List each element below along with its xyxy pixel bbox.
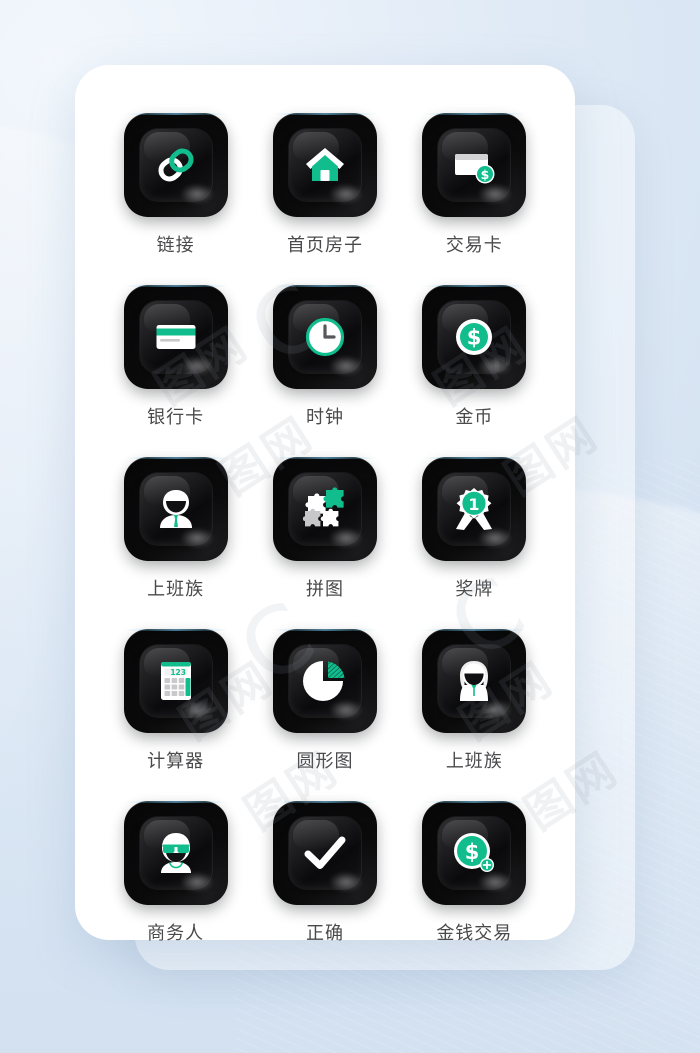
icon-tile[interactable]: $ bbox=[422, 113, 527, 217]
icon-label: 正确 bbox=[305, 923, 344, 944]
puzzle-pieces-icon bbox=[302, 487, 347, 531]
icon-cell-money-trade[interactable]: $ 金钱交易 bbox=[400, 801, 549, 945]
office-worker-female-icon bbox=[452, 659, 496, 703]
icon-cell-worker-fem[interactable]: 上班族 bbox=[400, 629, 549, 773]
icon-tile-inner bbox=[288, 129, 361, 201]
icon-tile[interactable]: 123 bbox=[123, 629, 228, 733]
icon-label: 奖牌 bbox=[455, 579, 494, 600]
icon-label: 圆形图 bbox=[296, 751, 354, 772]
icon-grid: 链接 首页房子 $ 交易卡 银行卡 时钟 $ 金币 上班族 拼图 1 奖牌 12… bbox=[75, 113, 575, 945]
icon-tile[interactable] bbox=[123, 801, 228, 905]
icon-cell-correct[interactable]: 正确 bbox=[250, 801, 399, 945]
svg-text:1: 1 bbox=[469, 495, 480, 514]
calculator-icon: 123 bbox=[154, 659, 198, 703]
icon-tile-inner: 123 bbox=[139, 645, 212, 717]
icon-tile[interactable] bbox=[123, 457, 228, 561]
bank-card-icon bbox=[154, 315, 198, 359]
svg-text:123: 123 bbox=[170, 668, 186, 677]
money-transaction-icon: $ bbox=[452, 831, 496, 875]
home-house-icon bbox=[303, 143, 347, 187]
icon-set-card: 链接 首页房子 $ 交易卡 银行卡 时钟 $ 金币 上班族 拼图 1 奖牌 12… bbox=[75, 65, 575, 944]
businessman-icon bbox=[154, 831, 198, 875]
icon-cell-business[interactable]: 商务人 bbox=[101, 801, 250, 945]
icon-tile[interactable]: 1 bbox=[422, 457, 527, 561]
icon-label: 上班族 bbox=[147, 579, 205, 600]
award-medal-icon: 1 bbox=[452, 487, 496, 531]
icon-cell-medal[interactable]: 1 奖牌 bbox=[400, 457, 549, 601]
icon-tile[interactable] bbox=[422, 629, 527, 733]
icon-tile-inner bbox=[139, 301, 212, 373]
transaction-card-icon: $ bbox=[452, 143, 496, 187]
icon-cell-clock[interactable]: 时钟 bbox=[250, 285, 399, 429]
clock-icon bbox=[303, 315, 347, 359]
checkmark-icon bbox=[303, 831, 347, 875]
icon-tile[interactable] bbox=[272, 285, 377, 389]
icon-cell-puzzle[interactable]: 拼图 bbox=[250, 457, 399, 601]
icon-label: 链接 bbox=[156, 235, 195, 256]
icon-tile-inner bbox=[288, 645, 361, 717]
icon-tile-inner: $ bbox=[438, 817, 511, 889]
icon-label: 银行卡 bbox=[147, 407, 205, 428]
icon-tile-inner bbox=[139, 817, 212, 889]
icon-label: 计算器 bbox=[147, 751, 205, 772]
icon-tile-inner bbox=[288, 473, 361, 545]
icon-tile[interactable] bbox=[272, 113, 377, 217]
icon-tile-inner bbox=[139, 473, 212, 545]
svg-text:$: $ bbox=[481, 167, 490, 182]
icon-cell-pie-chart[interactable]: 圆形图 bbox=[250, 629, 399, 773]
icon-tile[interactable] bbox=[123, 113, 228, 217]
icon-tile[interactable] bbox=[272, 629, 377, 733]
icon-label: 交易卡 bbox=[445, 235, 503, 256]
icon-cell-calculator[interactable]: 123 计算器 bbox=[101, 629, 250, 773]
office-worker-icon bbox=[154, 487, 198, 531]
icon-label: 金币 bbox=[455, 407, 494, 428]
svg-text:$: $ bbox=[467, 326, 482, 350]
icon-cell-home[interactable]: 首页房子 bbox=[250, 113, 399, 257]
icon-tile-inner: 1 bbox=[438, 473, 511, 545]
icon-label: 首页房子 bbox=[286, 235, 363, 256]
icon-tile[interactable] bbox=[272, 457, 377, 561]
svg-text:$: $ bbox=[465, 840, 480, 864]
icon-label: 上班族 bbox=[445, 751, 503, 772]
gold-coin-icon: $ bbox=[452, 315, 496, 359]
icon-tile-inner: $ bbox=[438, 301, 511, 373]
icon-cell-link[interactable]: 链接 bbox=[101, 113, 250, 257]
icon-label: 商务人 bbox=[147, 923, 205, 944]
link-chain-icon bbox=[154, 143, 198, 187]
icon-cell-trade-card[interactable]: $ 交易卡 bbox=[400, 113, 549, 257]
icon-cell-coin[interactable]: $ 金币 bbox=[400, 285, 549, 429]
icon-label: 金钱交易 bbox=[436, 923, 513, 944]
icon-tile-inner bbox=[288, 817, 361, 889]
icon-tile[interactable] bbox=[123, 285, 228, 389]
icon-tile[interactable]: $ bbox=[422, 285, 527, 389]
icon-tile-inner: $ bbox=[438, 129, 511, 201]
pie-chart-icon bbox=[302, 659, 347, 703]
icon-cell-worker-male[interactable]: 上班族 bbox=[101, 457, 250, 601]
icon-tile[interactable] bbox=[272, 801, 377, 905]
icon-tile[interactable]: $ bbox=[422, 801, 527, 905]
icon-tile-inner bbox=[139, 129, 212, 201]
icon-tile-inner bbox=[438, 645, 511, 717]
icon-label: 时钟 bbox=[305, 407, 344, 428]
icon-tile-inner bbox=[288, 301, 361, 373]
icon-cell-bank-card[interactable]: 银行卡 bbox=[101, 285, 250, 429]
icon-label: 拼图 bbox=[305, 579, 344, 600]
